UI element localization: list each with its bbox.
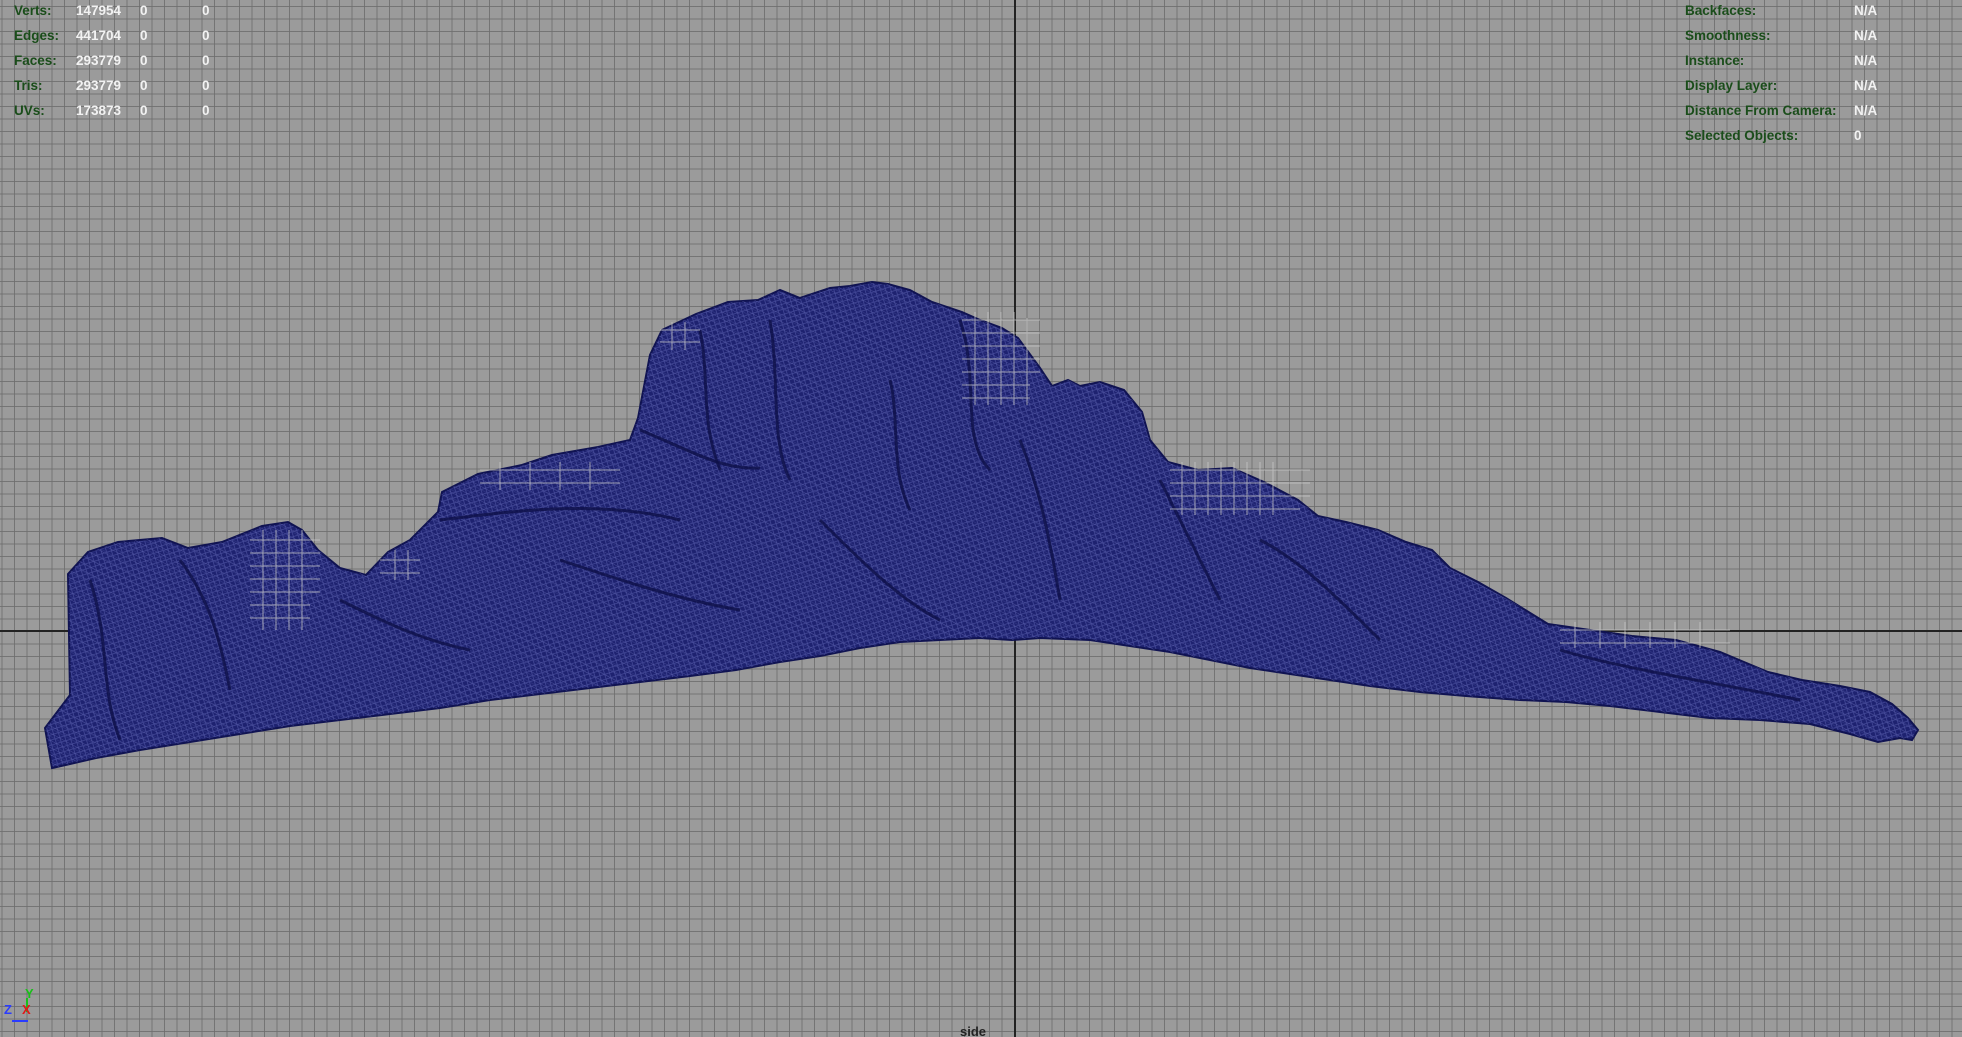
- view-axis-gizmo: Y Z X: [4, 986, 34, 1022]
- info-label: Smoothness:: [1685, 28, 1771, 43]
- side-viewport[interactable]: Verts: 147954 0 0 Edges: 441704 0 0 Face…: [0, 0, 1962, 1037]
- stats-value-total: 173873: [76, 103, 122, 118]
- stats-label: Verts:: [14, 3, 52, 18]
- stats-label: Edges:: [14, 28, 60, 43]
- info-value: N/A: [1854, 103, 1878, 118]
- info-row-backfaces: Backfaces: N/A: [1685, 0, 1945, 23]
- stats-value-extra: 0: [202, 53, 210, 68]
- stats-value-selected: 0: [140, 3, 148, 18]
- stats-label: UVs:: [14, 103, 45, 118]
- camera-name-label: side: [960, 1024, 987, 1037]
- stats-row-tris: Tris: 293779 0 0: [14, 73, 274, 98]
- wireframe-mesh[interactable]: [0, 0, 1962, 1037]
- stats-value-total: 147954: [76, 3, 122, 18]
- info-value: N/A: [1854, 53, 1878, 68]
- info-row-instance: Instance: N/A: [1685, 48, 1945, 73]
- info-value: N/A: [1854, 78, 1878, 93]
- info-value: 0: [1854, 128, 1862, 143]
- y-axis-label: Y: [25, 986, 34, 1001]
- stats-value-extra: 0: [202, 78, 210, 93]
- info-label: Display Layer:: [1685, 78, 1778, 93]
- info-value: N/A: [1854, 28, 1878, 43]
- stats-value-total: 441704: [76, 28, 122, 43]
- stats-label: Tris:: [14, 78, 43, 93]
- info-label: Selected Objects:: [1685, 128, 1799, 143]
- info-label: Backfaces:: [1685, 3, 1757, 18]
- z-axis-label: Z: [4, 1002, 12, 1017]
- info-row-distance-from-camera: Distance From Camera: N/A: [1685, 98, 1945, 123]
- stats-label: Faces:: [14, 53, 57, 68]
- info-value: N/A: [1854, 3, 1878, 18]
- x-axis-label: X: [22, 1002, 31, 1017]
- stats-value-total: 293779: [76, 78, 122, 93]
- stats-row-faces: Faces: 293779 0 0: [14, 48, 274, 73]
- info-row-display-layer: Display Layer: N/A: [1685, 73, 1945, 98]
- stats-value-extra: 0: [202, 28, 210, 43]
- stats-value-extra: 0: [202, 3, 210, 18]
- info-row-smoothness: Smoothness: N/A: [1685, 23, 1945, 48]
- info-row-selected-objects: Selected Objects: 0: [1685, 123, 1945, 148]
- info-label: Distance From Camera:: [1685, 103, 1837, 118]
- info-label: Instance:: [1685, 53, 1745, 68]
- stats-value-selected: 0: [140, 28, 148, 43]
- stats-value-selected: 0: [140, 53, 148, 68]
- z-axis-line: [12, 1020, 28, 1022]
- stats-value-total: 293779: [76, 53, 122, 68]
- stats-row-uvs: UVs: 173873 0 0: [14, 98, 274, 123]
- stats-value-selected: 0: [140, 78, 148, 93]
- stats-value-extra: 0: [202, 103, 210, 118]
- poly-count-hud: Verts: 147954 0 0 Edges: 441704 0 0 Face…: [14, 0, 274, 123]
- object-info-hud: Backfaces: N/A Smoothness: N/A Instance:…: [1685, 0, 1945, 148]
- stats-row-verts: Verts: 147954 0 0: [14, 0, 274, 23]
- stats-value-selected: 0: [140, 103, 148, 118]
- stats-row-edges: Edges: 441704 0 0: [14, 23, 274, 48]
